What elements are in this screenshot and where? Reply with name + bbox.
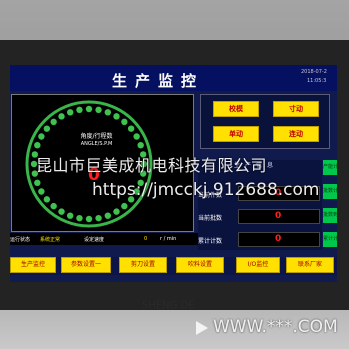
- dial-dot: [50, 202, 57, 210]
- current-batch-value: 0: [275, 211, 282, 221]
- dial-dot: [43, 196, 51, 203]
- dial-dot: [121, 118, 128, 126]
- tab-production-monitor[interactable]: 生产监控: [10, 257, 56, 273]
- gauge-sublabel: ANGLE/S.P.M: [80, 141, 113, 147]
- arrow-icon: [196, 321, 208, 335]
- speed-unit: r / min: [160, 236, 177, 242]
- status-bar: 运行状态 系统正常 设定速度 0 r / min: [10, 233, 198, 245]
- dial-dot: [104, 212, 112, 219]
- dial-dot: [66, 109, 74, 116]
- dial-dot: [58, 208, 65, 215]
- dial-dot: [34, 179, 41, 187]
- dial-dot: [133, 133, 140, 140]
- calibrate-button[interactable]: 校模: [213, 101, 259, 117]
- dial-dot: [85, 215, 93, 223]
- tab-io-monitor[interactable]: I/O监控: [236, 257, 280, 273]
- tab-contact-vendor[interactable]: 联系厂家: [286, 257, 334, 273]
- watermark-url: https://jmcckj.912688.com: [92, 180, 320, 200]
- side-buttons: 产能计数 批数计数 批数到 累计计: [323, 160, 337, 250]
- dial-dot: [58, 113, 65, 120]
- date-display: 2018-07-2: [301, 69, 327, 75]
- tab-scissor-settings[interactable]: 剪刀设置: [119, 257, 167, 273]
- time-display: 11:05:3: [307, 78, 327, 84]
- batch-count-button[interactable]: 批数计数: [323, 184, 337, 199]
- dial-dot: [66, 212, 74, 219]
- watermark-footer: WWW.***.COM: [213, 317, 338, 337]
- capacity-count-button[interactable]: 产能计数: [323, 160, 337, 175]
- dial-dot: [34, 141, 41, 149]
- tab-blow-settings[interactable]: 吹料设置: [176, 257, 224, 273]
- dial-dot: [104, 109, 112, 116]
- speed-value: 0: [144, 236, 148, 242]
- gauge-label: 角度/行程数: [80, 133, 113, 140]
- total-count-field: 0: [238, 232, 320, 247]
- dial-dot: [113, 208, 120, 215]
- single-button[interactable]: 单动: [213, 126, 259, 142]
- dial-dot: [76, 214, 83, 222]
- dial-dot: [76, 106, 83, 114]
- run-status-label: 运行状态: [10, 237, 31, 243]
- dial-dot: [38, 188, 45, 195]
- dial-dot: [50, 118, 57, 126]
- dial-dot: [113, 113, 120, 120]
- speed-label: 设定速度: [84, 237, 105, 243]
- dial-dot: [85, 105, 93, 113]
- dial-dot: [38, 133, 45, 140]
- total-count-value: 0: [275, 234, 282, 244]
- dial-dot: [137, 141, 144, 149]
- dial-dot: [95, 214, 102, 222]
- run-status-value: 系统正常: [40, 237, 61, 243]
- total-count-button[interactable]: 累计计: [323, 232, 337, 247]
- batch-reached-button[interactable]: 批数到: [323, 208, 337, 223]
- dial-dot: [43, 125, 51, 132]
- inch-button[interactable]: 寸动: [273, 101, 319, 117]
- dial-dot: [95, 106, 102, 114]
- tab-params-1[interactable]: 参数设置一: [61, 257, 111, 273]
- total-count-label: 累计计数: [198, 238, 223, 245]
- control-panel: 校模 寸动 单动 连动: [200, 94, 330, 149]
- dial-dot: [121, 202, 128, 210]
- current-batch-field: 0: [238, 209, 320, 224]
- continuous-button[interactable]: 连动: [273, 126, 319, 142]
- watermark-company: 昆山市巨美成机电科技有限公司: [36, 156, 268, 175]
- nav-tabs: 生产监控 参数设置一 剪刀设置 吹料设置 I/O监控 联系厂家: [10, 257, 337, 275]
- brand-label: SHENG DE: [142, 299, 195, 312]
- current-batch-label: 当前批数: [198, 215, 223, 222]
- title-bar: 生产监控 2018-07-2 11:05:3: [10, 65, 337, 91]
- page-title: 生产监控: [112, 72, 205, 90]
